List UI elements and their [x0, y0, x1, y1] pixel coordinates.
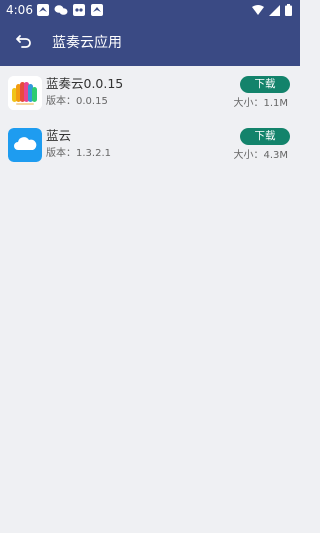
download-button[interactable]: 下载	[240, 76, 290, 93]
app-size: 大小：1.1M	[233, 98, 288, 109]
app-name: 蓝云	[46, 128, 72, 143]
status-system-icons	[252, 4, 292, 19]
lanyun-app-icon	[8, 128, 42, 162]
wifi-icon	[252, 4, 264, 19]
app-list: 蓝奏云0.0.15 版本：0.0.15 下载 大小：1.1M 蓝云 版本：1.3…	[0, 66, 300, 170]
wechat-icon	[54, 4, 68, 16]
app-list-item[interactable]: 蓝奏云0.0.15 版本：0.0.15 下载 大小：1.1M	[0, 66, 300, 118]
status-time: 4:06	[6, 3, 33, 17]
status-bar: 4:06	[0, 0, 300, 20]
app-bar: 蓝奏云应用	[0, 20, 300, 66]
battery-icon	[285, 4, 292, 19]
cellular-signal-icon	[269, 4, 280, 19]
app-size: 大小：4.3M	[233, 150, 288, 161]
app-version: 版本：0.0.15	[46, 96, 108, 107]
app-name: 蓝奏云0.0.15	[46, 76, 124, 91]
game-icon	[72, 4, 86, 16]
feishu-icon	[36, 4, 50, 16]
download-button[interactable]: 下载	[240, 128, 290, 145]
back-arrow-icon	[15, 33, 33, 53]
lanzou-app-icon	[8, 76, 42, 110]
feishu-icon	[90, 4, 104, 16]
back-button[interactable]	[12, 32, 36, 54]
status-notification-icons	[36, 4, 104, 16]
app-version: 版本：1.3.2.1	[46, 148, 111, 159]
app-list-item[interactable]: 蓝云 版本：1.3.2.1 下载 大小：4.3M	[0, 118, 300, 170]
page-title: 蓝奏云应用	[52, 35, 122, 51]
